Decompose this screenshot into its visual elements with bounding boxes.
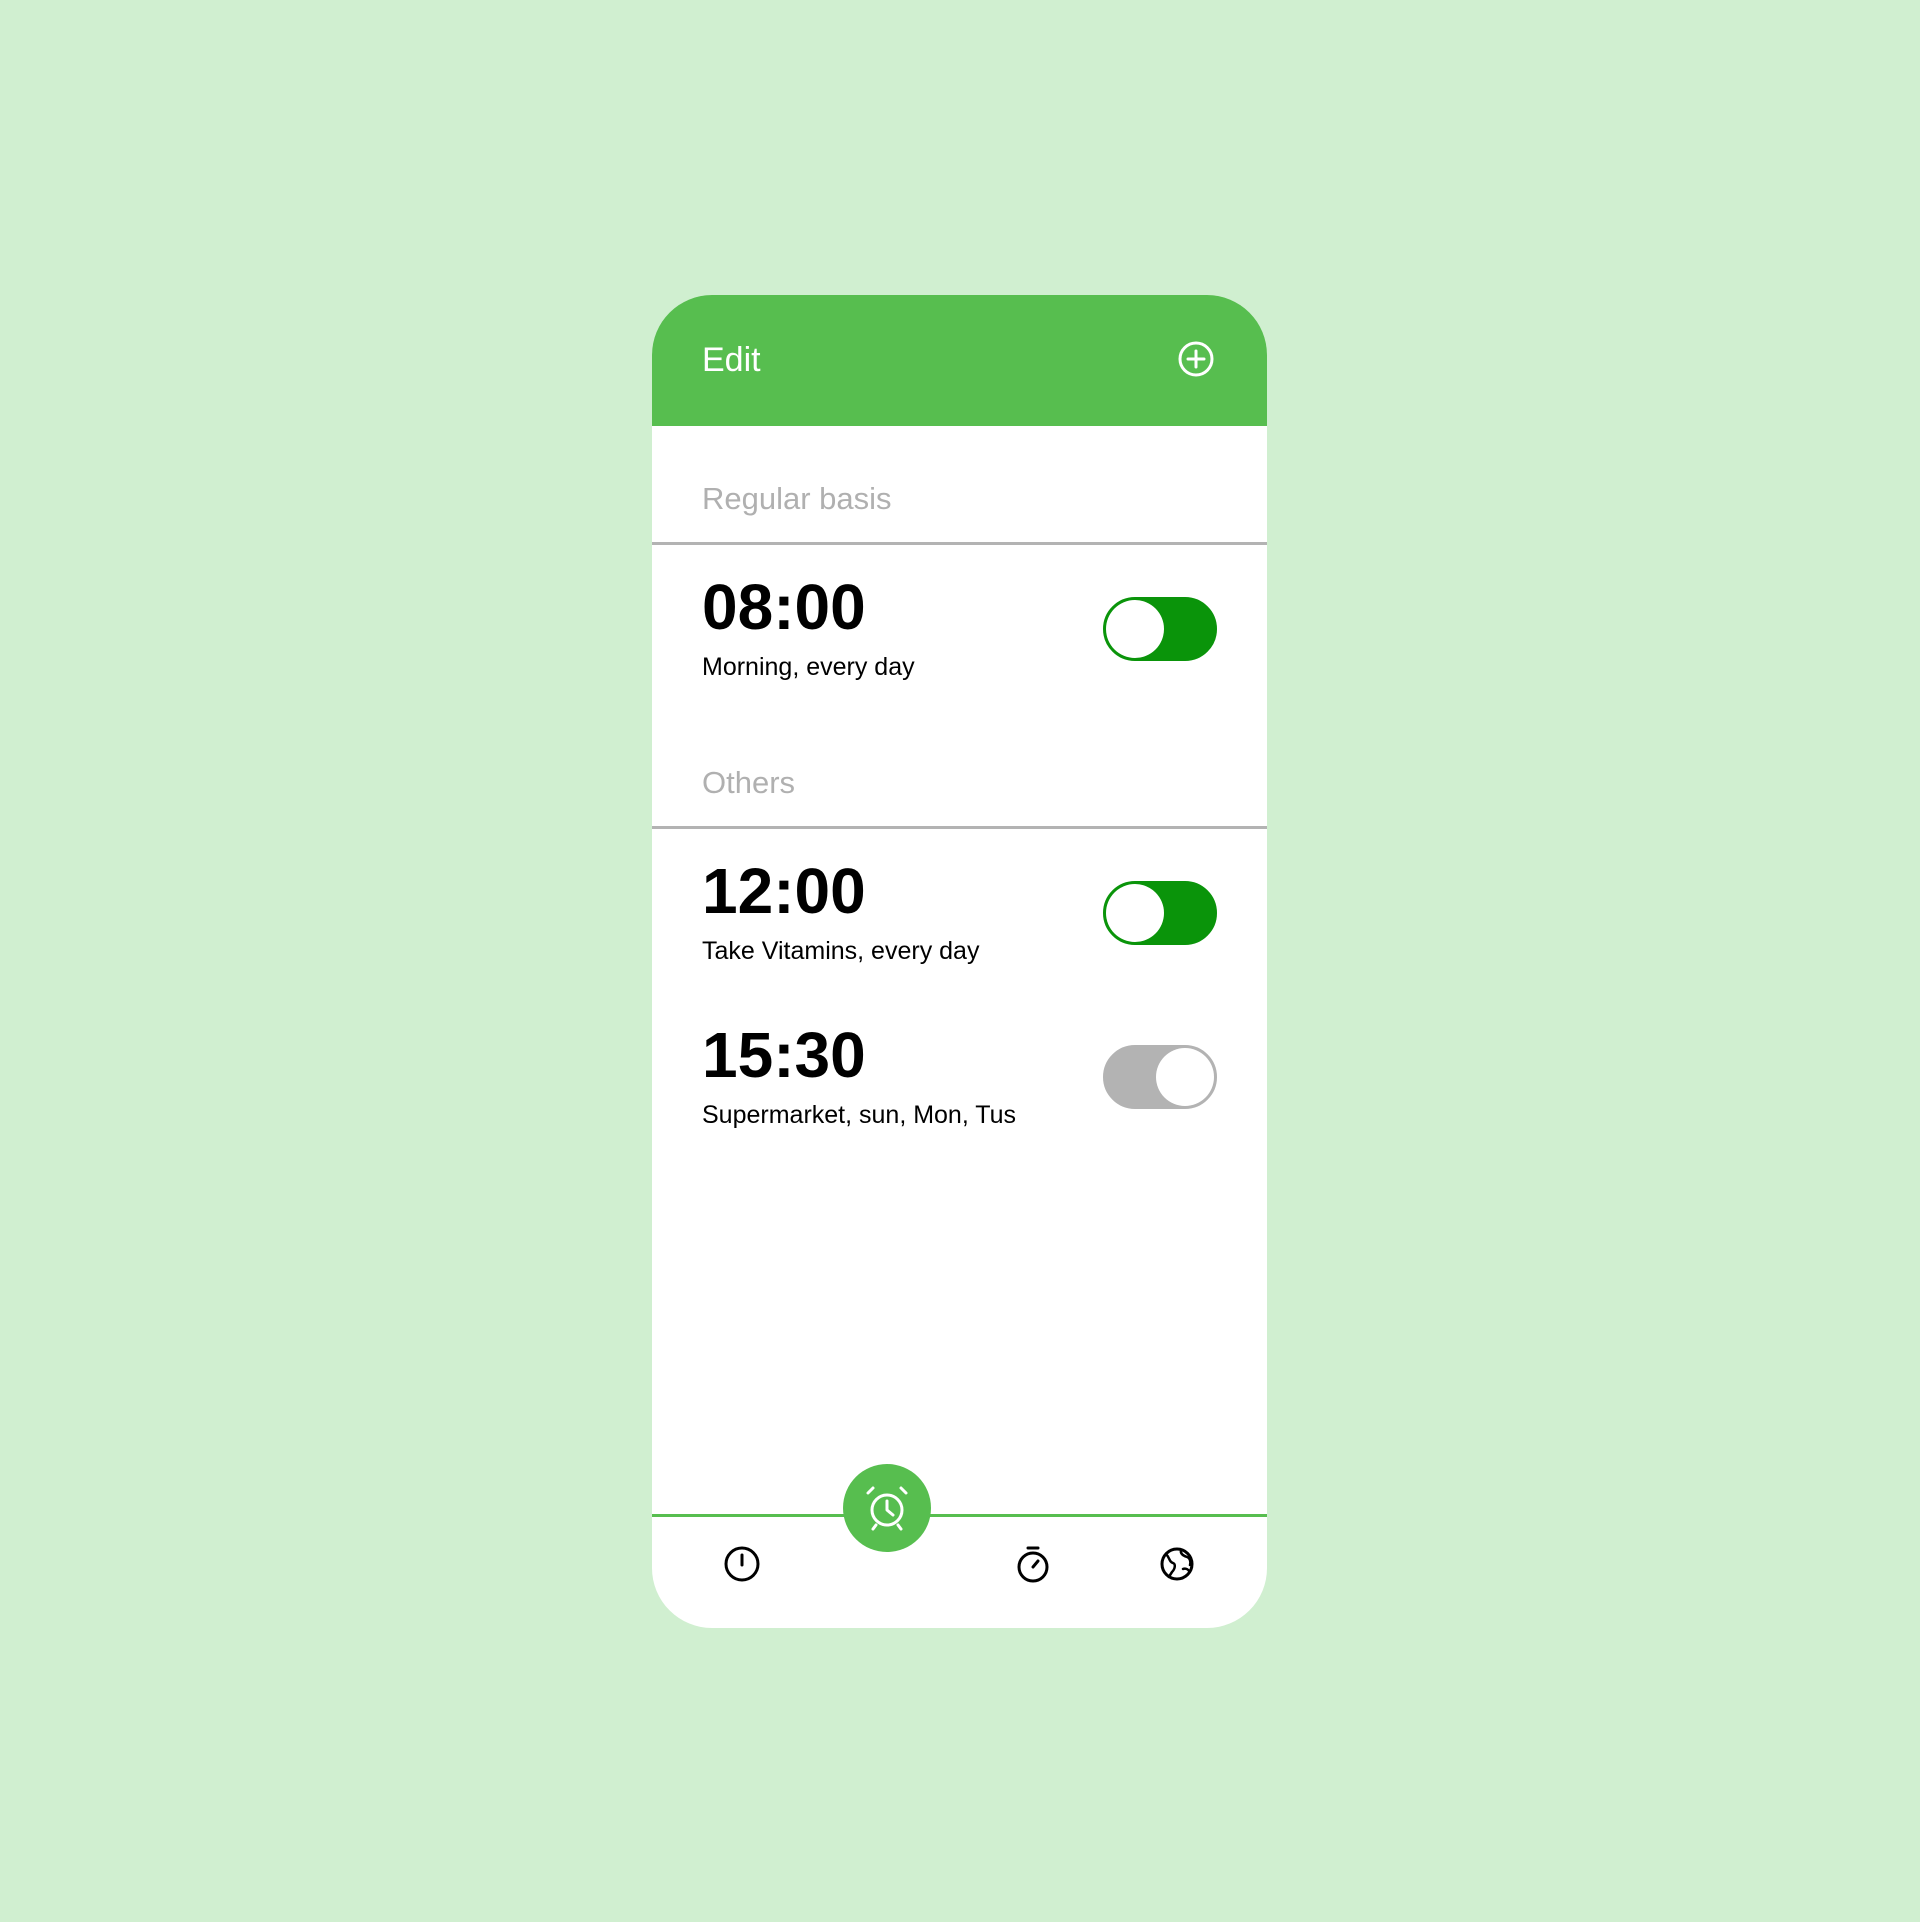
plus-circle-icon: [1178, 341, 1214, 377]
toggle-knob: [1156, 1048, 1214, 1106]
toggle-knob: [1106, 884, 1164, 942]
alarm-toggle[interactable]: [1103, 1045, 1217, 1109]
globe-icon: [1160, 1547, 1194, 1581]
alarm-time: 15:30: [702, 1019, 866, 1091]
alarm-toggle[interactable]: [1103, 881, 1217, 945]
edit-button[interactable]: Edit: [702, 339, 761, 381]
alarm-time: 08:00: [702, 571, 866, 643]
bottom-nav-divider: [652, 1514, 1267, 1517]
section-divider: [652, 826, 1267, 829]
app-header: Edit: [652, 295, 1267, 426]
nav-world-clock-tab[interactable]: [1157, 1544, 1197, 1584]
nav-stopwatch-tab[interactable]: [1013, 1544, 1053, 1584]
section-title-regular: Regular basis: [702, 481, 892, 516]
add-alarm-button[interactable]: [1177, 340, 1215, 378]
alarm-label: Take Vitamins, every day: [702, 937, 980, 965]
alarm-toggle[interactable]: [1103, 597, 1217, 661]
stopwatch-icon: [1017, 1546, 1049, 1583]
nav-alarm-tab[interactable]: [843, 1464, 931, 1552]
section-title-others: Others: [702, 765, 796, 800]
alarm-time: 12:00: [702, 855, 866, 927]
clock-icon: [724, 1546, 760, 1582]
nav-clock-tab[interactable]: [722, 1544, 762, 1584]
alarm-label: Supermarket, sun, Mon, Tus: [702, 1101, 1017, 1129]
alarm-label: Morning, every day: [702, 653, 915, 681]
phone-screen: Edit Regular basis 08:00 Morning, every …: [652, 295, 1267, 1628]
toggle-knob: [1106, 600, 1164, 658]
section-divider: [652, 542, 1267, 545]
alarm-clock-icon: [866, 1486, 908, 1531]
